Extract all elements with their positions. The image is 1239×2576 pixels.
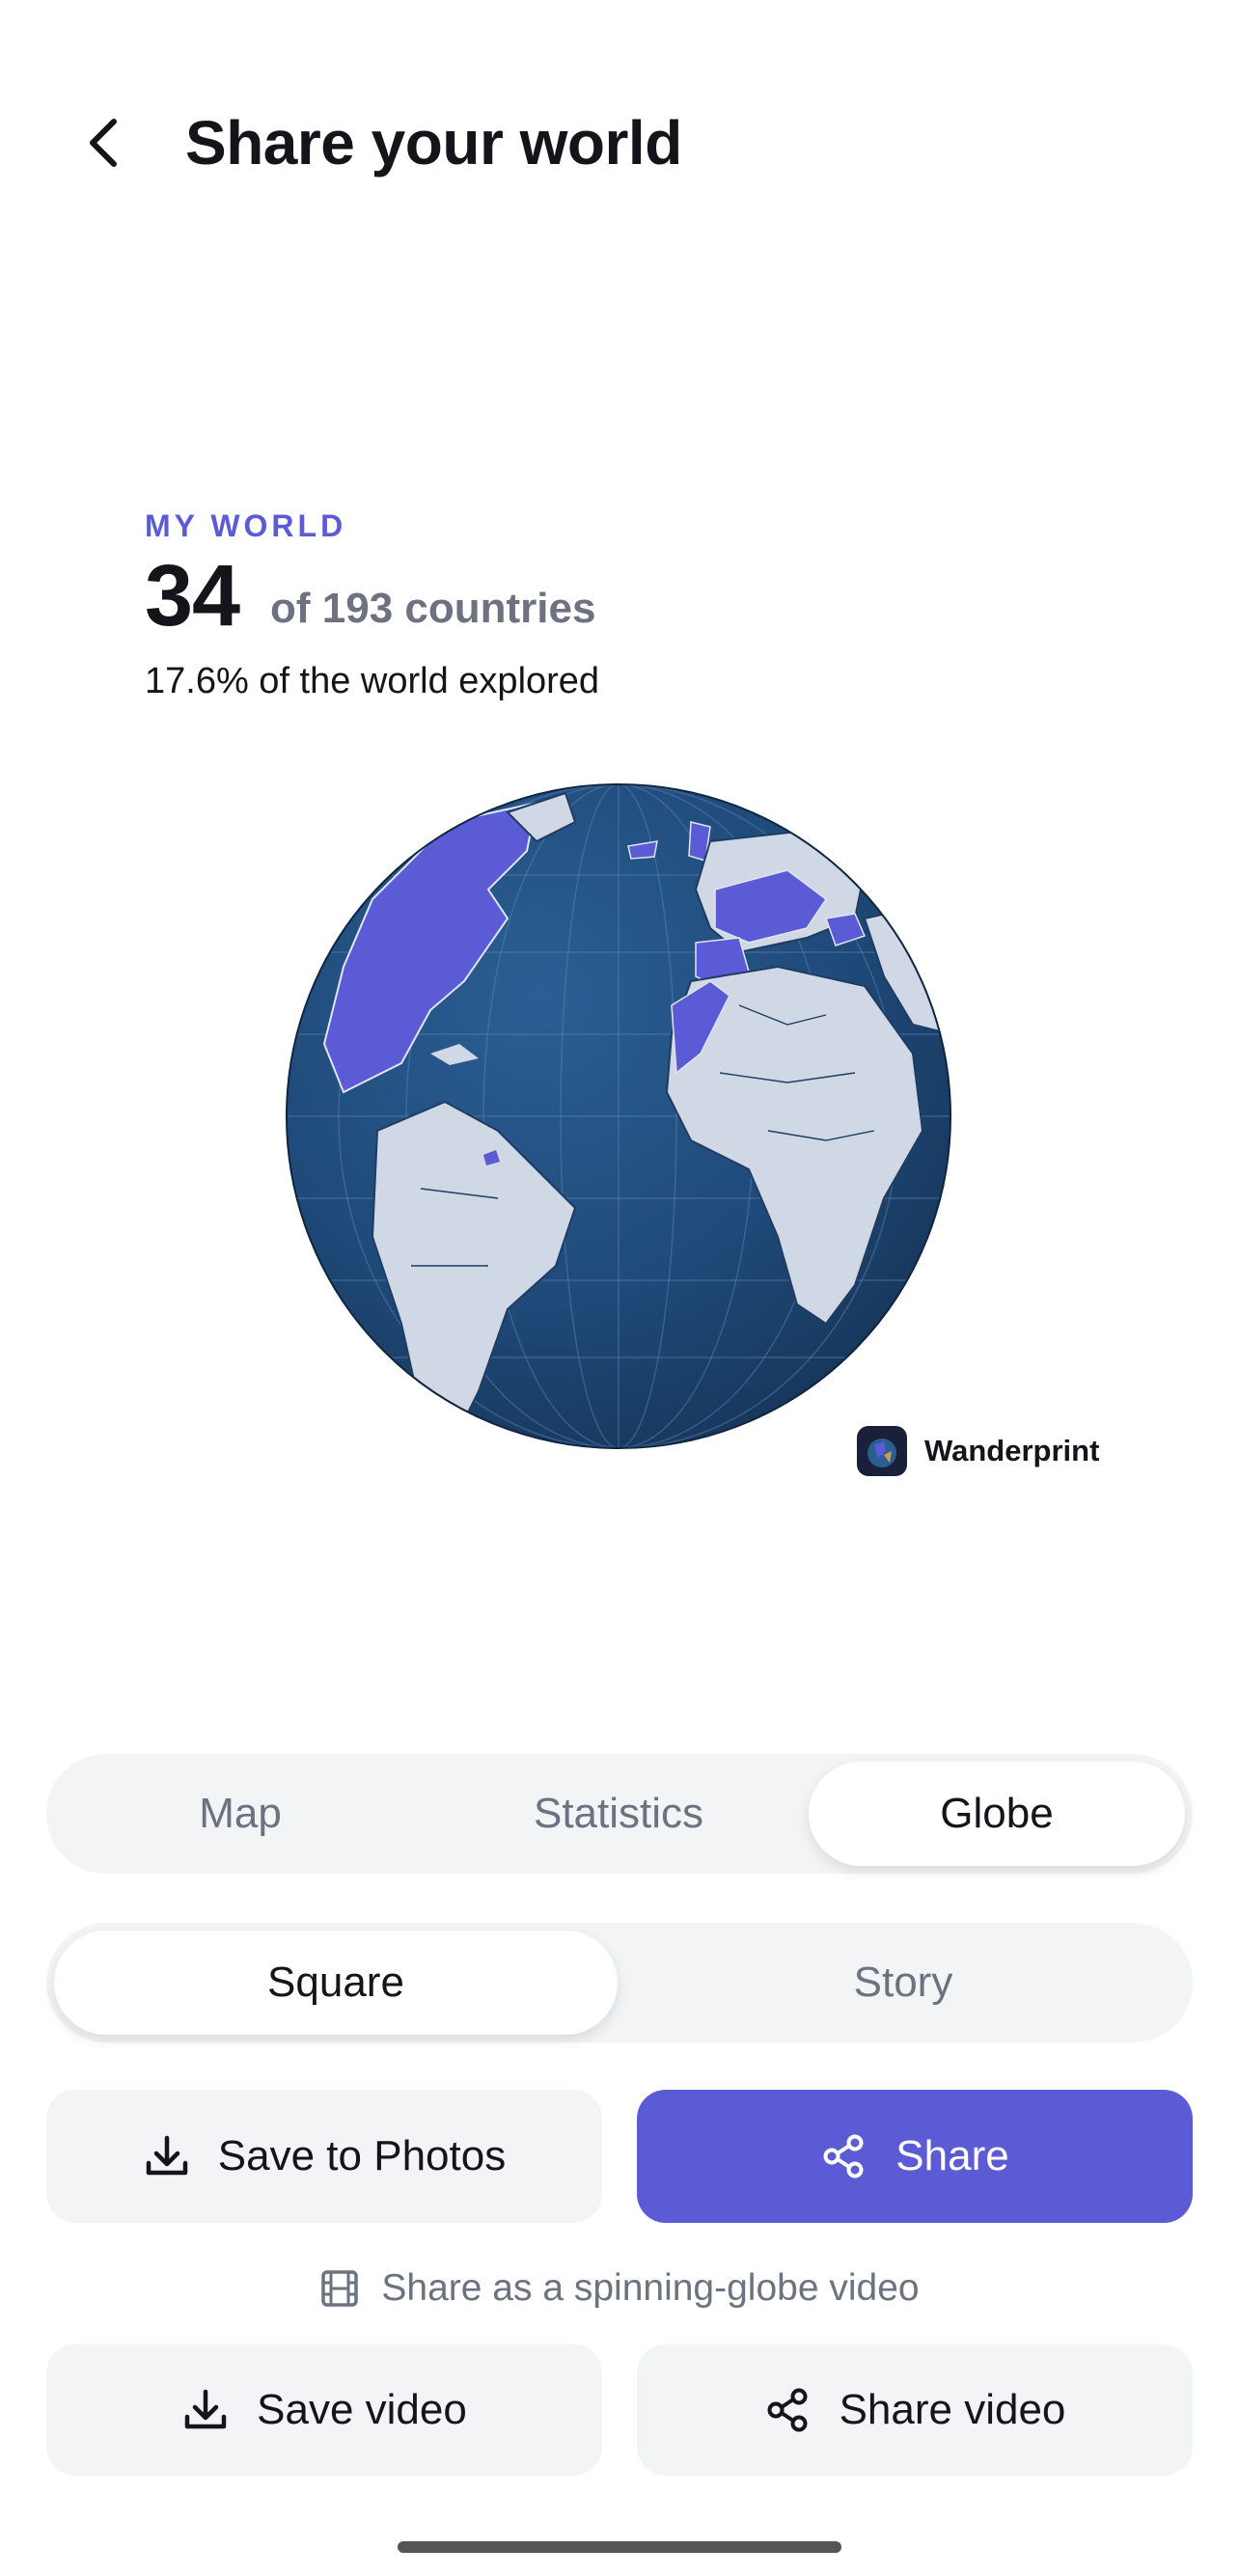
home-indicator <box>398 2541 841 2553</box>
tab-story[interactable]: Story <box>621 1931 1185 2035</box>
share-icon <box>823 2134 864 2179</box>
share-button[interactable]: Share <box>637 2090 1193 2223</box>
tab-map[interactable]: Map <box>54 1762 427 1866</box>
share-label: Share <box>895 2132 1009 2179</box>
video-hint: Share as a spinning-globe video <box>0 2267 1239 2310</box>
video-hint-text: Share as a spinning-globe video <box>381 2267 920 2309</box>
save-video-button[interactable]: Save video <box>46 2344 602 2476</box>
save-video-label: Save video <box>257 2386 467 2433</box>
page-title: Share your world <box>185 108 682 178</box>
format-segmented-control: Square Story <box>46 1923 1193 2042</box>
app-logo-icon <box>857 1426 907 1476</box>
back-button[interactable] <box>68 106 141 179</box>
percent-explored: 17.6% of the world explored <box>145 661 600 701</box>
tab-globe[interactable]: Globe <box>809 1762 1185 1866</box>
download-icon <box>146 2135 188 2176</box>
save-to-photos-label: Save to Photos <box>217 2132 507 2179</box>
globe-image <box>286 783 951 1449</box>
brand-name: Wanderprint <box>924 1434 1100 1467</box>
download-icon <box>184 2389 227 2429</box>
countries-count: 34 <box>145 548 240 644</box>
brand-watermark: Wanderprint <box>857 1426 1099 1476</box>
card-eyebrow: MY WORLD <box>145 508 347 543</box>
countries-total: of 193 countries <box>270 585 596 632</box>
tab-statistics[interactable]: Statistics <box>432 1762 805 1866</box>
share-video-button[interactable]: Share video <box>637 2344 1193 2476</box>
film-icon <box>321 2270 359 2307</box>
chevron-left-icon <box>90 119 117 167</box>
tab-square[interactable]: Square <box>54 1931 618 2035</box>
save-to-photos-button[interactable]: Save to Photos <box>46 2090 602 2223</box>
share-icon <box>767 2388 808 2432</box>
share-video-label: Share video <box>839 2386 1066 2433</box>
view-segmented-control: Map Statistics Globe <box>46 1754 1193 1874</box>
